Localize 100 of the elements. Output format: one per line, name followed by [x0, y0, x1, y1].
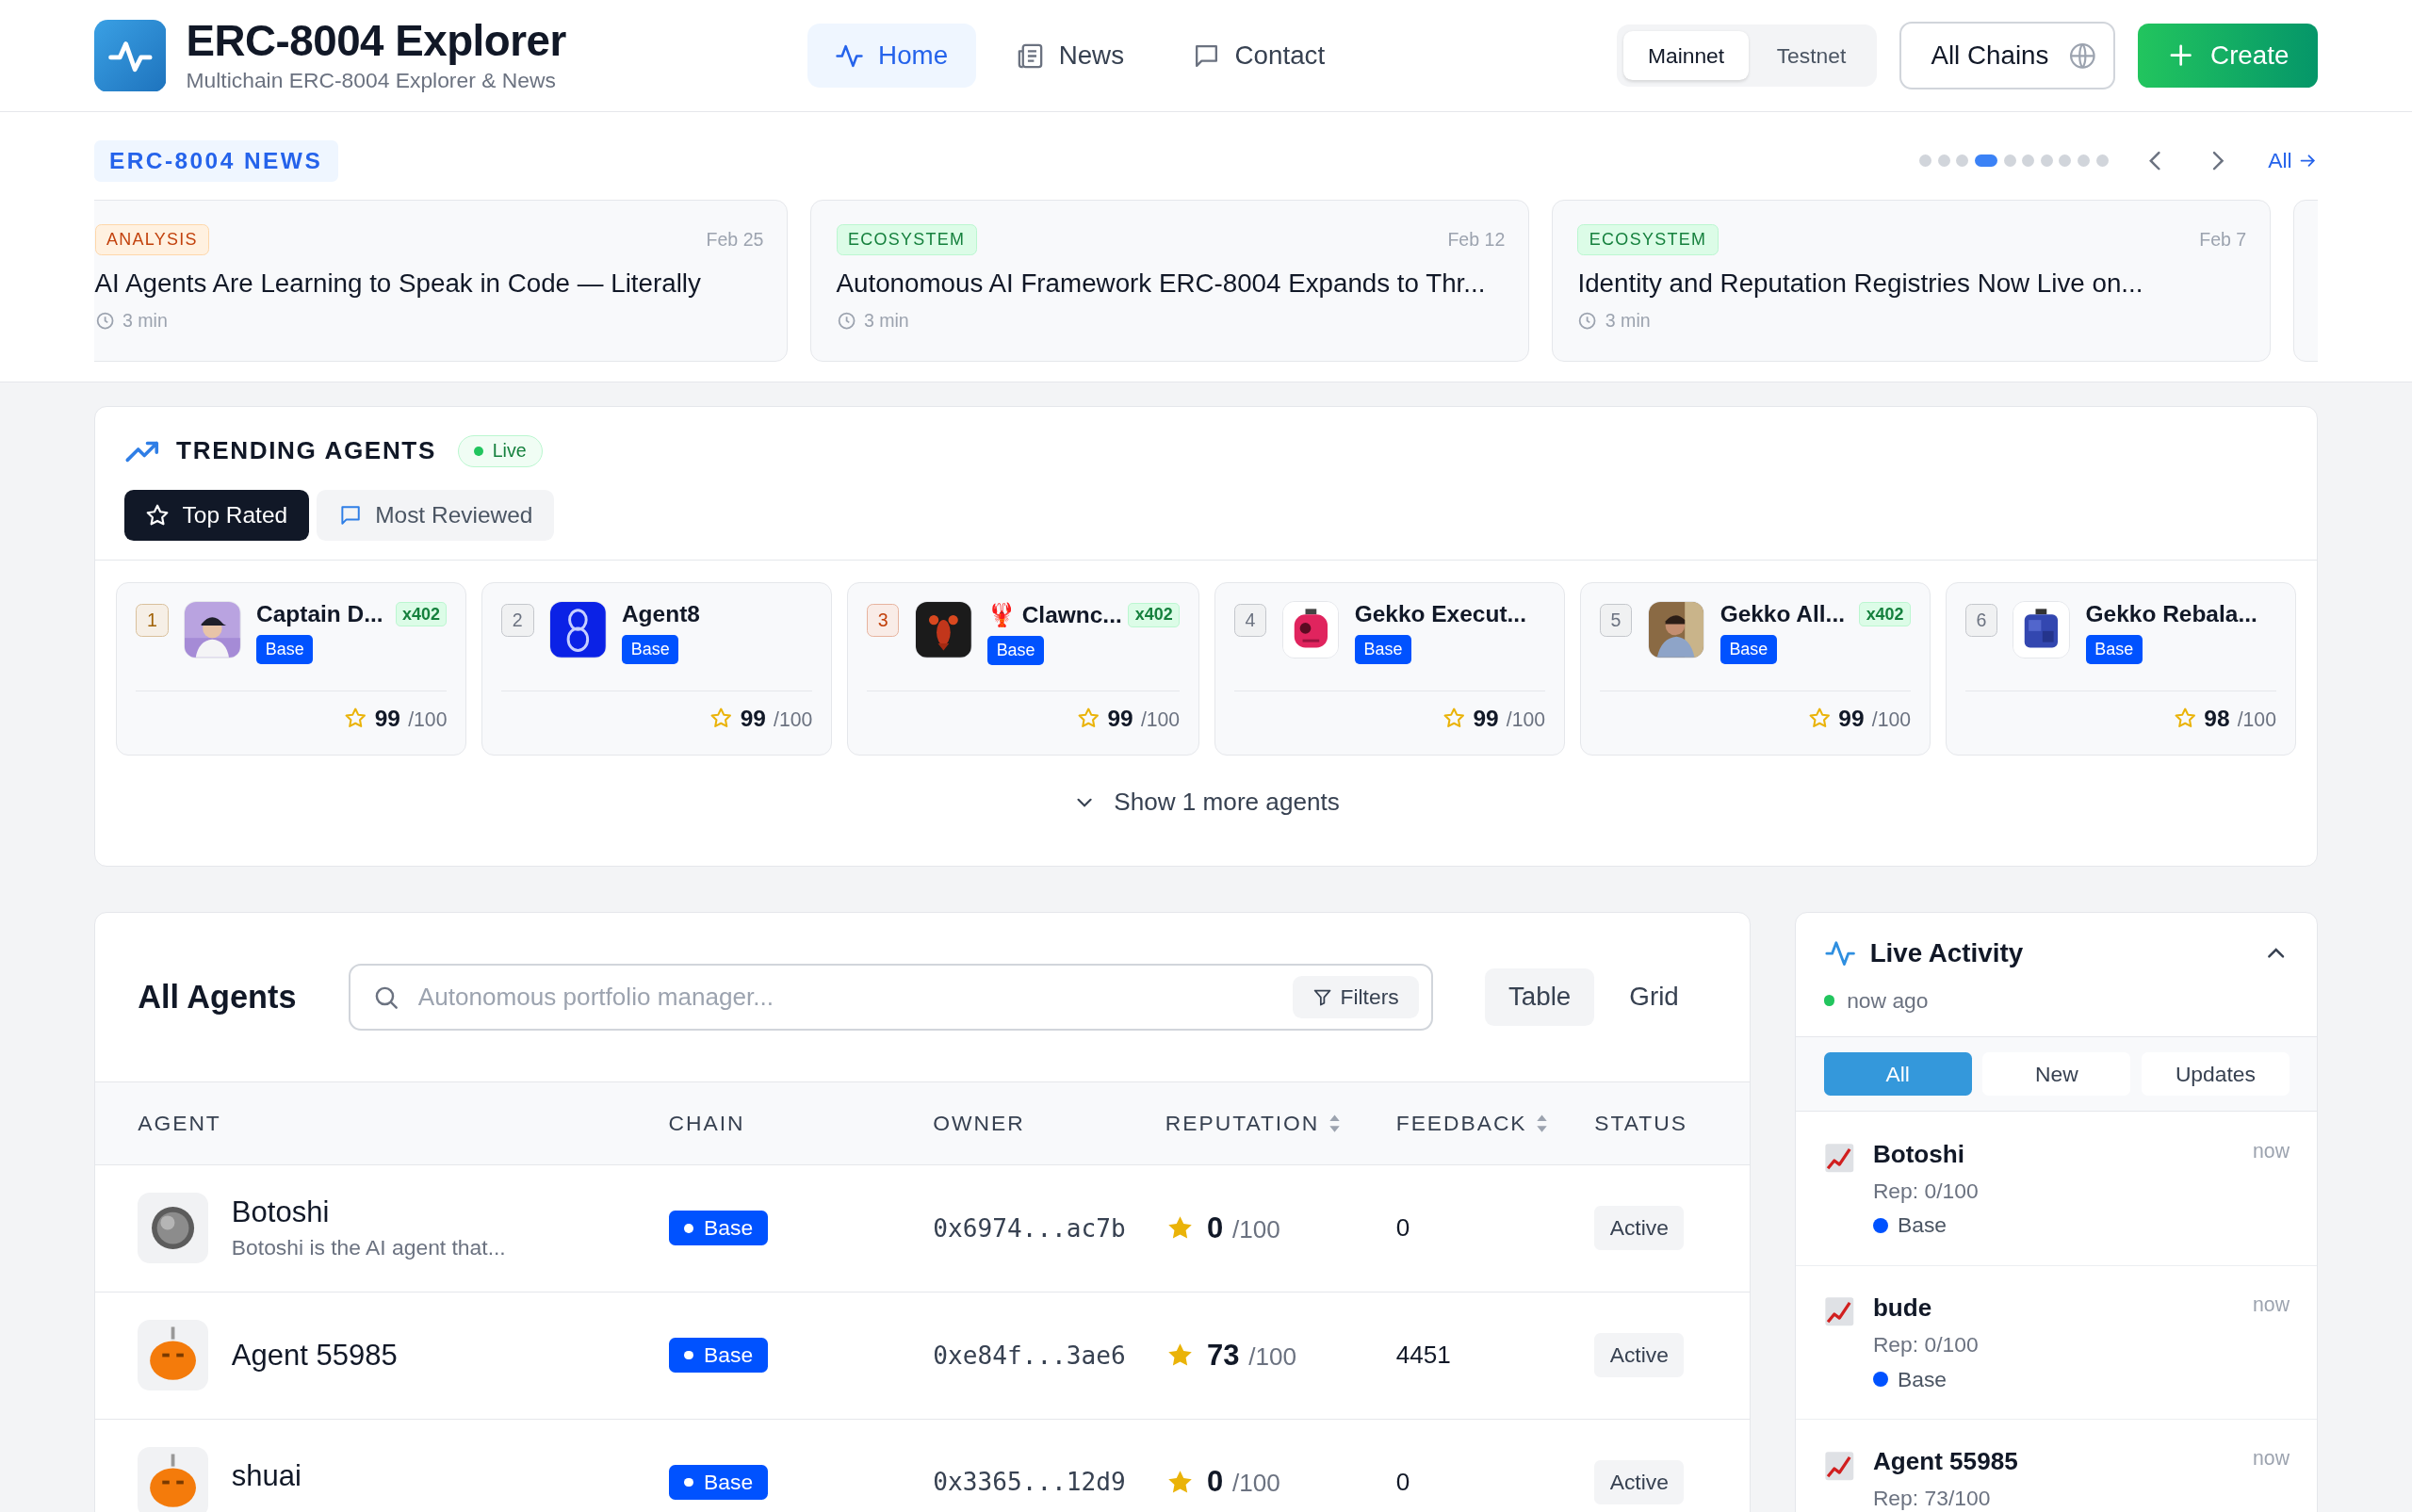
reputation-score: 0 — [1206, 1211, 1224, 1245]
filters-button[interactable]: Filters — [1292, 975, 1419, 1019]
score: 99 — [1107, 705, 1133, 732]
agent-card[interactable]: 4 Gekko Execut... Base 99 /100 — [1214, 581, 1565, 756]
sortable-column-header[interactable]: REPUTATION — [1165, 1111, 1342, 1136]
protocol-tag: x402 — [1859, 602, 1912, 627]
view-toggle[interactable]: Grid — [1605, 967, 1703, 1027]
clock-icon — [94, 310, 115, 331]
owner-address: 0x6974...ac7b — [933, 1213, 1126, 1243]
agent-card[interactable]: 3 🦞 Clawnc... x402 Base 99 /100 — [847, 581, 1199, 756]
chart-icon — [1823, 1296, 1855, 1327]
nav-link[interactable]: Contact — [1164, 23, 1353, 89]
news-card[interactable]: ANALYSIS Feb 25 AI Agents Are Learning to Speak in Code — Literally 3 min — [93, 200, 788, 362]
activity-tab[interactable]: Updates — [2141, 1052, 2290, 1097]
news-card[interactable]: ECOSYSTEM Feb 12 Autonomous AI Framework ERC-8004 Expands to Thr... 3 min — [810, 200, 1529, 362]
read-time: 3 min — [863, 309, 909, 332]
rank-badge: 5 — [1599, 604, 1633, 638]
search-field[interactable]: Autonomous portfolio manager... Filters — [348, 963, 1433, 1032]
owner-address: 0x3365...12d9 — [933, 1468, 1126, 1497]
nav-link[interactable]: Home — [807, 23, 976, 89]
live-badge: Live — [457, 434, 543, 468]
clock-icon — [1577, 310, 1598, 331]
filter-tab[interactable]: Top Rated — [123, 489, 309, 541]
rank-badge: 2 — [500, 604, 534, 638]
news-date: Feb 7 — [2199, 228, 2247, 251]
news-title: AI Agents Are Learning to Speak in Code — Literally — [94, 268, 702, 300]
protocol-tag: x402 — [395, 602, 448, 627]
score: 98 — [2204, 705, 2230, 732]
chain-badge: Base — [256, 635, 314, 665]
sort-icon — [1328, 1113, 1342, 1134]
agent-name[interactable]: Botoshi — [1872, 1139, 2235, 1169]
score-max: /100 — [1140, 707, 1181, 731]
feedback-count: 4451 — [1395, 1341, 1451, 1371]
star-icon — [2173, 707, 2197, 730]
nav-link[interactable]: News — [987, 23, 1152, 89]
news-title: Autonomous AI Framework ERC-8004 Expands to Thr... — [836, 268, 1487, 300]
star-icon — [709, 707, 733, 730]
agent-name: Captain D... — [256, 601, 383, 628]
chain-badge: Base — [668, 1338, 769, 1373]
read-time: 3 min — [1605, 309, 1651, 332]
clock-icon — [836, 310, 856, 331]
chain-badge: Base — [668, 1465, 769, 1500]
view-toggle[interactable]: Table — [1485, 967, 1594, 1027]
news-card[interactable]: ECOSYSTEM Feb 7 Identity and Reputation Registries Now Live on... 3 min — [1552, 200, 2271, 362]
sortable-column-header[interactable]: FEEDBACK — [1395, 1111, 1549, 1136]
agent-name: Gekko Rebala... — [2085, 601, 2257, 628]
category-tag: ECOSYSTEM — [1577, 223, 1719, 255]
status-badge: Active — [1594, 1333, 1685, 1377]
chain-badge: Base — [668, 1211, 769, 1246]
score-max: /100 — [1248, 1341, 1296, 1372]
chain-badge: Base — [986, 636, 1045, 666]
chain-name: Base — [1897, 1366, 1948, 1392]
last-updated: now ago — [1847, 987, 1929, 1014]
score-max: /100 — [2237, 707, 2276, 731]
star-icon — [1076, 707, 1100, 730]
agent-name: Gekko All... — [1719, 601, 1845, 628]
feedback-count: 0 — [1395, 1467, 1410, 1497]
read-time: 3 min — [122, 309, 168, 332]
reputation-text: Rep: 0/100 — [1872, 1331, 1980, 1358]
agent-name[interactable]: Botoshi — [231, 1195, 506, 1229]
network-option[interactable]: Mainnet — [1622, 30, 1750, 81]
rank-badge: 3 — [866, 604, 900, 638]
chain-badge: Base — [621, 635, 679, 665]
chain-badge: Base — [1354, 635, 1412, 665]
chain-badge: Base — [2085, 635, 2143, 665]
agent-name[interactable]: bude — [1872, 1293, 2235, 1324]
agent-name: 🦞 Clawnc... — [986, 601, 1122, 629]
activity-tab[interactable]: New — [1982, 1052, 2131, 1097]
agent-name: Gekko Execut... — [1354, 601, 1526, 628]
category-tag: ANALYSIS — [94, 223, 210, 255]
agent-name[interactable]: Agent 55985 — [231, 1338, 398, 1373]
filter-tab[interactable]: Most Reviewed — [317, 489, 555, 541]
score: 99 — [1473, 705, 1499, 732]
agent-description: Botoshi is the AI agent that... — [231, 1235, 506, 1261]
all-news-link[interactable]: All — [2268, 148, 2319, 174]
reputation-score: 0 — [1206, 1465, 1224, 1500]
agent-card[interactable]: 5 Gekko All... x402 Base 99 /100 — [1580, 581, 1931, 756]
agent-card[interactable]: 2 Agent8 Base 99 /100 — [481, 581, 832, 756]
score-max: /100 — [1231, 1469, 1280, 1499]
agent-name[interactable]: shuai — [231, 1458, 302, 1493]
agent-name[interactable]: Agent 55985 — [1872, 1447, 2235, 1477]
show-more-button[interactable]: Show 1 more agents — [1072, 788, 1340, 818]
news-title: Identity and Reputation Registries Now Live on... — [1577, 268, 2144, 300]
site-subtitle: Multichain ERC-8004 Explorer & News — [186, 68, 557, 94]
agent-name: Agent8 — [621, 601, 700, 628]
chart-icon — [1823, 1143, 1855, 1174]
chains-dropdown[interactable]: All Chains — [1899, 22, 2115, 89]
status-dot — [1823, 995, 1835, 1006]
sort-icon — [1536, 1113, 1549, 1134]
protocol-tag: x402 — [1128, 602, 1181, 627]
column-header: CHAIN — [668, 1111, 745, 1136]
news-date: Feb 12 — [1447, 228, 1506, 251]
network-option[interactable]: Testnet — [1752, 30, 1871, 81]
logo-icon — [93, 19, 167, 92]
agent-card[interactable]: 6 Gekko Rebala... Base 98 /100 — [1945, 581, 2296, 756]
agent-card[interactable]: 1 Captain D... x402 Base 99 /100 — [116, 581, 467, 756]
event-time: now — [2253, 1293, 2290, 1318]
reputation-score: 73 — [1206, 1338, 1240, 1373]
chain-badge: Base — [1719, 635, 1778, 665]
section-title: TRENDING AGENTS — [176, 436, 436, 466]
